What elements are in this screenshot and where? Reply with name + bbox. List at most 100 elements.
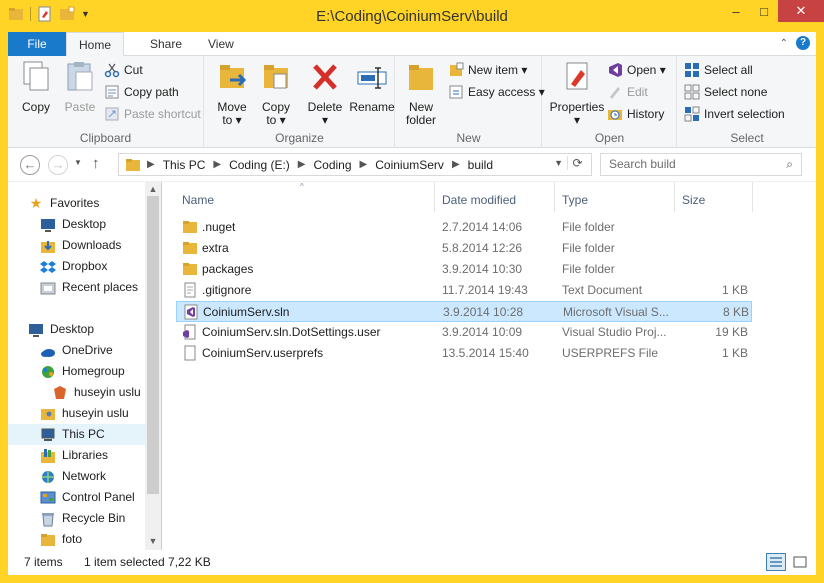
file-name: CoiniumServ.sln.DotSettings.user — [202, 325, 381, 339]
delete-button[interactable]: Delete ▾ — [305, 60, 345, 127]
nav-recent-places[interactable]: Recent places — [40, 277, 138, 298]
history-button[interactable]: History — [607, 105, 664, 123]
nav-homegroup[interactable]: Homegroup — [40, 361, 125, 382]
new-item-icon — [450, 62, 464, 76]
new-item-button[interactable]: New item ▾ — [448, 61, 527, 79]
star-icon: ★ — [29, 195, 43, 211]
address-row: ← → ▼ ↑ ▶ This PC ▶ Coding (E:) ▶ Coding… — [8, 148, 816, 182]
rename-button[interactable]: Rename — [349, 60, 395, 114]
column-name[interactable]: Name — [176, 188, 434, 212]
dropbox-icon — [40, 260, 56, 273]
nav-user-folder[interactable]: huseyin uslu — [40, 403, 129, 424]
tab-view[interactable]: View — [194, 32, 248, 56]
collapse-ribbon-icon[interactable]: ⌃ — [780, 38, 788, 49]
nav-favorites[interactable]: ★ Favorites — [28, 193, 100, 214]
recent-locations-icon[interactable]: ▼ — [74, 158, 82, 167]
file-name: extra — [202, 241, 229, 255]
folder-icon — [126, 158, 140, 171]
file-row[interactable]: packages 3.9.2014 10:30 File folder — [176, 259, 752, 280]
help-icon[interactable]: ? — [796, 36, 810, 50]
file-row[interactable]: .nuget 2.7.2014 14:06 File folder — [176, 217, 752, 238]
easy-access-button[interactable]: Easy access ▾ — [448, 83, 545, 101]
file-row[interactable]: CoiniumServ.sln 3.9.2014 10:28 Microsoft V… — [176, 301, 752, 322]
nav-dropbox[interactable]: Dropbox — [40, 256, 107, 277]
scissors-icon — [104, 63, 120, 78]
scroll-up-icon[interactable]: ▲ — [145, 184, 161, 194]
cloud-icon — [41, 348, 55, 357]
breadcrumb-coding-drive[interactable]: Coding (E:) — [227, 158, 292, 172]
status-bar: 7 items 1 item selected 7,22 KB — [8, 550, 816, 575]
tab-home[interactable]: Home — [66, 32, 124, 56]
large-icons-view-button[interactable] — [790, 553, 810, 571]
libraries-icon — [41, 448, 55, 463]
copy-to-button[interactable]: Copy to ▾ — [255, 60, 297, 127]
paste-shortcut-button[interactable]: Paste shortcut — [104, 105, 201, 123]
breadcrumb-coiniumserv[interactable]: CoiniumServ — [373, 158, 446, 172]
breadcrumb-this-pc[interactable]: This PC — [161, 158, 208, 172]
details-view-button[interactable] — [766, 553, 786, 571]
file-row[interactable]: CoiniumServ.sln.DotSettings.user 3.9.2014… — [176, 322, 752, 343]
nav-this-pc[interactable]: This PC — [8, 424, 145, 445]
refresh-icon[interactable]: ⟳ — [567, 156, 587, 170]
file-row[interactable]: CoiniumServ.userprefs 13.5.2014 15:40 USER… — [176, 343, 752, 364]
up-button[interactable]: ↑ — [92, 155, 100, 172]
scroll-thumb[interactable] — [147, 196, 159, 494]
address-bar[interactable]: ▶ This PC ▶ Coding (E:) ▶ Coding ▶ Coini… — [118, 153, 592, 176]
close-button[interactable]: ✕ — [778, 0, 824, 22]
forward-button[interactable]: → — [48, 155, 68, 175]
edit-button[interactable]: Edit — [607, 83, 648, 101]
file-date: 2.7.2014 14:06 — [442, 220, 523, 234]
breadcrumb-build[interactable]: build — [466, 158, 495, 172]
nav-desktop-favorite[interactable]: Desktop — [40, 214, 106, 235]
move-to-button[interactable]: Move to ▾ — [211, 60, 253, 127]
ribbon: Copy Paste Cut Copy path Paste shortcut … — [8, 56, 816, 148]
select-none-button[interactable]: Select none — [684, 83, 767, 101]
column-date-modified[interactable]: Date modified — [436, 188, 554, 212]
paste-button[interactable]: Paste — [58, 60, 102, 114]
new-group: New folder New item ▾ Easy access ▾ New — [396, 56, 545, 148]
nav-onedrive[interactable]: OneDrive — [40, 340, 113, 361]
nav-homegroup-user[interactable]: huseyin uslu — [52, 382, 141, 403]
recent-places-icon — [40, 282, 56, 294]
nav-recycle-bin[interactable]: Recycle Bin — [40, 508, 125, 529]
cut-button[interactable]: Cut — [104, 61, 143, 79]
file-size: 1 KB — [721, 283, 748, 297]
history-icon — [608, 110, 622, 120]
file-type: File folder — [562, 241, 615, 255]
address-dropdown-icon[interactable]: ▼ — [554, 158, 563, 168]
search-input[interactable]: Search build ⌕ — [600, 153, 802, 176]
invert-selection-button[interactable]: Invert selection — [684, 105, 785, 123]
tab-file[interactable]: File — [8, 32, 66, 56]
nav-scrollbar[interactable]: ▲ ▼ — [145, 182, 161, 550]
new-folder-button[interactable]: New folder — [400, 60, 442, 127]
tab-share[interactable]: Share — [136, 32, 196, 56]
open-button[interactable]: Open ▾ — [607, 61, 666, 79]
nav-downloads[interactable]: Downloads — [40, 235, 121, 256]
file-row[interactable]: extra 5.8.2014 12:26 File folder — [176, 238, 752, 259]
maximize-button[interactable]: □ — [750, 0, 778, 22]
clipboard-group: Copy Paste Cut Copy path Paste shortcut … — [8, 56, 204, 148]
nav-foto[interactable]: foto — [40, 529, 82, 550]
select-label: Select — [730, 131, 764, 145]
properties-button[interactable]: Properties ▾ — [547, 60, 607, 127]
column-size[interactable]: Size — [676, 188, 752, 212]
scroll-down-icon[interactable]: ▼ — [145, 536, 161, 546]
minimize-button[interactable]: – — [722, 0, 750, 22]
copy-button[interactable]: Copy — [14, 60, 58, 114]
copy-path-button[interactable]: Copy path — [104, 83, 179, 101]
item-count: 7 items — [24, 555, 63, 569]
select-all-button[interactable]: Select all — [684, 61, 753, 79]
navigation-pane: ★ Favorites Desktop Downloads Dropbox Re… — [8, 182, 161, 550]
nav-control-panel[interactable]: Control Panel — [40, 487, 135, 508]
file-name: packages — [202, 262, 254, 276]
file-date: 13.5.2014 15:40 — [442, 346, 529, 360]
back-button[interactable]: ← — [20, 155, 40, 175]
nav-desktop[interactable]: Desktop — [28, 319, 94, 340]
nav-libraries[interactable]: Libraries — [40, 445, 108, 466]
user-folder-icon — [41, 408, 55, 420]
file-row[interactable]: .gitignore 11.7.2014 19:43 Text Document 1 … — [176, 280, 752, 301]
nav-network[interactable]: Network — [40, 466, 106, 487]
file-type: File folder — [562, 220, 615, 234]
breadcrumb-coding[interactable]: Coding — [312, 158, 354, 172]
column-type[interactable]: Type — [556, 188, 674, 212]
